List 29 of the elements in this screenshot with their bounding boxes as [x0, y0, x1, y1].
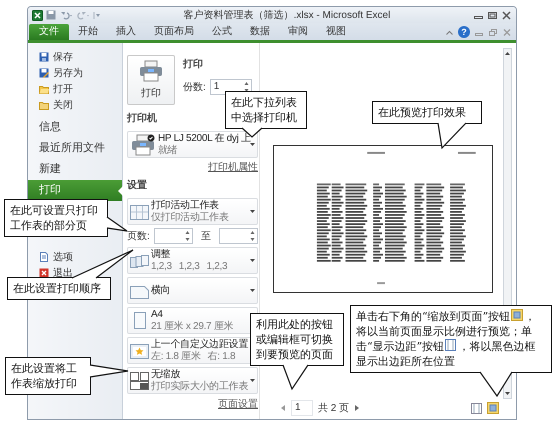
section-heading: 设置	[127, 180, 147, 192]
option-detail: 1,2,3	[178, 260, 200, 272]
option-detail: 1,2,3	[151, 260, 172, 272]
printer-name: HP LJ 5200L 在 dyj 上	[158, 133, 248, 144]
section-heading: 打印	[183, 59, 203, 71]
option-title: 无缩放	[151, 369, 182, 380]
callout-tooltip: 在此可设置只打印 工作表的部分页	[4, 199, 108, 237]
copies-label: 份数:	[183, 80, 206, 94]
callout-tooltip: 在此设置打印顺序	[7, 277, 111, 300]
option-title: 上一个自定义边距设置	[151, 339, 248, 350]
option-title: 调整	[151, 249, 172, 260]
callout-tooltip: 在此设置将工 作表缩放打印	[5, 357, 91, 395]
option-detail: 21 厘米 x 29.7 厘米	[151, 320, 234, 332]
section-heading: 打印机	[127, 113, 157, 125]
printer-status: 就绪	[158, 144, 178, 156]
window-title: 客户资料管理表（筛选）.xlsx - Microsoft Excel	[182, 8, 392, 22]
callout-tooltip: 利用此处的按钮 或编辑框可切换 到要预览的页面	[250, 313, 344, 366]
option-detail: 打印实际大小的工作表	[151, 380, 248, 392]
option-title: 打印活动工作表	[151, 200, 220, 212]
option-detail: 仅打印活动工作表	[151, 212, 229, 223]
page-count: 共 2 页	[318, 402, 350, 416]
option-title: A4	[151, 309, 164, 320]
to-label: 至	[200, 230, 211, 244]
option-title: 横向	[151, 284, 172, 296]
option-detail: 1,2,3	[206, 260, 228, 272]
option-detail: 左: 1.8 厘米	[151, 350, 201, 362]
option-detail: 右: 1.8	[208, 350, 236, 362]
callout-tooltip: 单击右下角的“缩放到页面”按钮 ，将以当前页面显示比例进行预览；单击“显示边距”按钮 ，将以黑色边框显示出边距所在位置	[350, 305, 552, 373]
pages-label: 页数:	[127, 230, 150, 244]
